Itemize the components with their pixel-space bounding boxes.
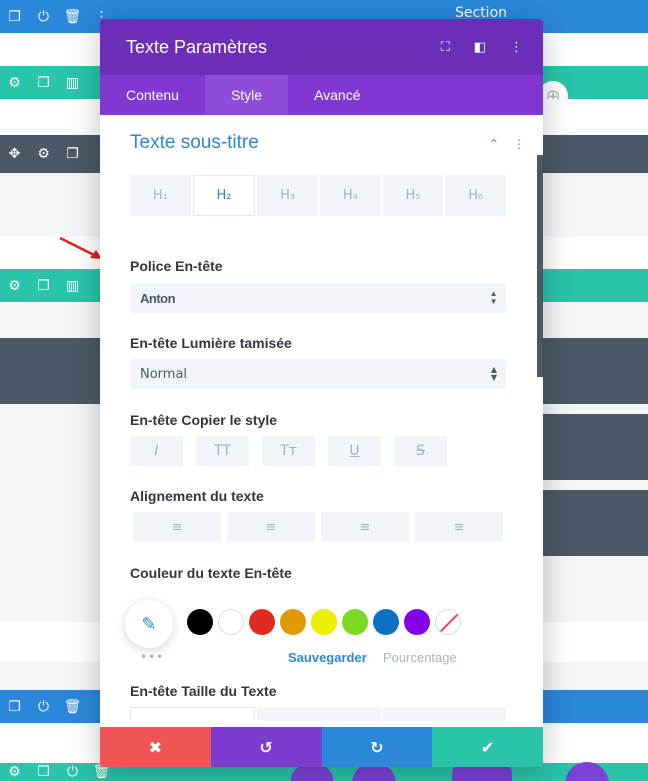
- save-button[interactable]: ✔: [432, 727, 543, 767]
- columns-icon[interactable]: ▥: [58, 66, 87, 99]
- duplicate-icon[interactable]: ❐: [0, 0, 29, 33]
- device-tabs: Bureau Tablette Téléphone: [130, 707, 506, 721]
- group-title[interactable]: Texte sous-titre: [130, 132, 259, 154]
- power-icon[interactable]: ⏻: [29, 0, 58, 33]
- trash-icon[interactable]: 🗑: [58, 0, 87, 33]
- sidebar-icon[interactable]: ◧: [474, 40, 486, 55]
- color-swatch[interactable]: [187, 609, 213, 635]
- fullscreen-icon[interactable]: ⛶: [441, 40, 450, 55]
- undo-button[interactable]: ↺: [210, 727, 322, 767]
- style-label: En-tête Copier le style: [130, 412, 278, 428]
- duplicate-icon[interactable]: ❐: [29, 66, 58, 99]
- redo-button[interactable]: ↻: [321, 727, 433, 767]
- tab-contenu[interactable]: Contenu: [100, 75, 205, 115]
- duplicate-icon[interactable]: ❐: [29, 269, 58, 302]
- color-swatch[interactable]: [404, 609, 430, 635]
- heading-level-tabs: H₁ H₂ H₃ H₄ H₅ H₆: [130, 175, 507, 216]
- eyedropper-icon[interactable]: ✎: [125, 600, 173, 648]
- power-icon[interactable]: ⏻: [58, 763, 87, 781]
- align-left-button[interactable]: ≡: [133, 512, 221, 542]
- modal-tabs: Contenu Style Avancé: [100, 75, 543, 115]
- tab-tablet[interactable]: Tablette: [257, 707, 381, 721]
- duplicate-icon[interactable]: ❐: [0, 690, 29, 723]
- color-swatch[interactable]: [280, 609, 306, 635]
- strikethrough-button[interactable]: S: [394, 436, 447, 466]
- tab-h1[interactable]: H₁: [130, 175, 191, 216]
- tab-phone[interactable]: Téléphone: [382, 707, 506, 721]
- underline-button[interactable]: U: [328, 436, 381, 466]
- annotation-arrow: [59, 236, 102, 259]
- color-swatch[interactable]: [311, 609, 337, 635]
- color-swatch[interactable]: [249, 609, 275, 635]
- trash-icon[interactable]: 🗑: [58, 690, 87, 723]
- columns-icon[interactable]: ▥: [58, 269, 87, 302]
- gear-icon[interactable]: ⚙: [0, 66, 29, 99]
- modal-title: Texte Paramètres: [126, 36, 268, 57]
- gear-icon[interactable]: ⚙: [0, 269, 29, 302]
- italic-button[interactable]: I: [130, 436, 183, 466]
- align-label: Alignement du texte: [130, 488, 264, 504]
- text-style-buttons: I TT Tт U S: [130, 436, 447, 466]
- tab-h6[interactable]: H₆: [445, 175, 507, 216]
- color-swatch[interactable]: [218, 609, 244, 635]
- module-block[interactable]: [543, 490, 648, 556]
- uppercase-button[interactable]: TT: [196, 436, 249, 466]
- scrollbar[interactable]: [537, 155, 543, 377]
- color-swatch[interactable]: [342, 609, 368, 635]
- color-label: Couleur du texte En-tête: [130, 565, 292, 581]
- chevron-up-icon[interactable]: ⌃: [489, 137, 499, 151]
- tab-h3[interactable]: H₃: [257, 175, 319, 216]
- font-label: Police En-tête: [130, 258, 223, 274]
- duplicate-icon[interactable]: ❐: [58, 135, 87, 173]
- cancel-button[interactable]: ✖: [100, 727, 211, 767]
- font-select[interactable]: Anton ▲ ▼: [130, 283, 506, 313]
- modal-body: Texte sous-titre ⌃ ⋮ H₁ H₂ H₃ H₄ H₅ H₆ P…: [100, 115, 543, 721]
- percent-link[interactable]: Pourcentage: [383, 650, 457, 665]
- color-swatches: [187, 609, 461, 635]
- move-icon[interactable]: ✥: [0, 135, 29, 173]
- select-caret-icon: ▲ ▼: [489, 289, 498, 306]
- text-settings-modal: Texte Paramètres ⛶ ◧ ⋮ Contenu Style Ava…: [100, 19, 543, 767]
- module-block[interactable]: [543, 414, 648, 480]
- no-color-swatch[interactable]: [435, 609, 461, 635]
- more-colors-icon[interactable]: •••: [140, 650, 164, 664]
- text-align-buttons: ≡ ≡ ≡ ≡: [133, 512, 503, 542]
- align-center-button[interactable]: ≡: [227, 512, 315, 542]
- tab-h5[interactable]: H₅: [382, 175, 444, 216]
- modal-header: Texte Paramètres ⛶ ◧ ⋮: [100, 19, 543, 75]
- tab-h4[interactable]: H₄: [320, 175, 381, 216]
- align-justify-button[interactable]: ≡: [415, 512, 503, 542]
- color-swatch[interactable]: [373, 609, 399, 635]
- modal-footer: ✖ ↺ ↻ ✔: [100, 727, 543, 767]
- align-right-button[interactable]: ≡: [321, 512, 409, 542]
- weight-select[interactable]: Normal ▲ ▼: [130, 359, 506, 389]
- power-icon[interactable]: ⏻: [29, 690, 58, 723]
- more-icon[interactable]: ⋮: [510, 40, 523, 55]
- duplicate-icon[interactable]: ❐: [29, 763, 58, 781]
- tab-h2[interactable]: H₂: [192, 175, 256, 216]
- weight-label: En-tête Lumière tamisée: [130, 335, 292, 351]
- size-label: En-tête Taille du Texte: [130, 683, 277, 699]
- gear-icon[interactable]: ⚙: [29, 135, 58, 173]
- gear-icon[interactable]: ⚙: [0, 763, 29, 781]
- font-select-value: Anton: [140, 290, 176, 306]
- tab-style[interactable]: Style: [204, 75, 289, 115]
- weight-select-value: Normal: [140, 366, 188, 382]
- tab-desktop[interactable]: Bureau: [130, 707, 256, 721]
- save-color-link[interactable]: Sauvegarder: [288, 650, 367, 665]
- more-icon[interactable]: ⋮: [513, 137, 525, 151]
- capitalize-button[interactable]: Tт: [262, 436, 315, 466]
- select-caret-icon: ▲ ▼: [490, 365, 497, 382]
- tab-avance[interactable]: Avancé: [288, 75, 386, 115]
